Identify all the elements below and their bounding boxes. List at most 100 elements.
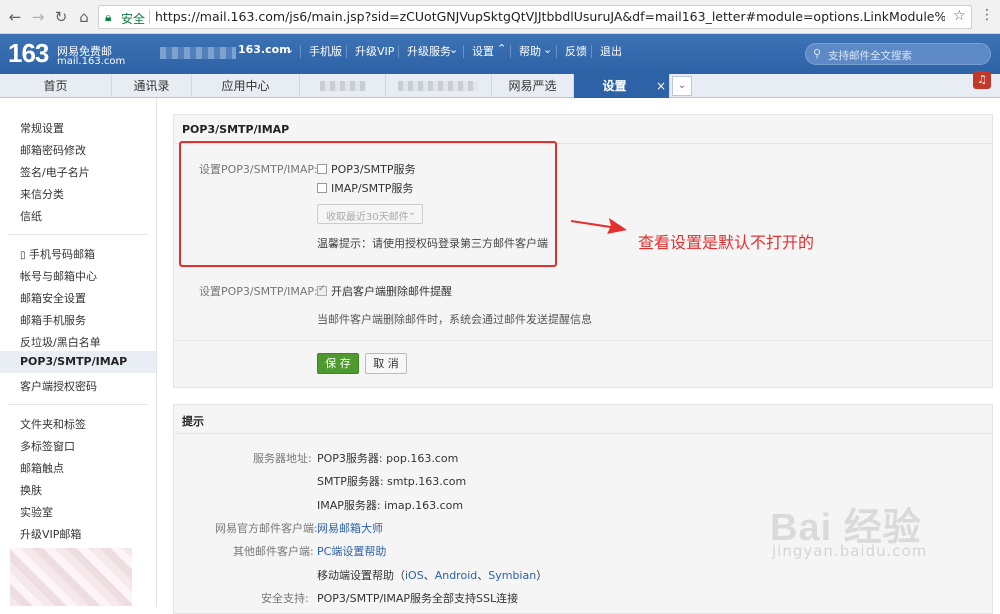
nav-divider <box>398 45 399 58</box>
sidebar-item-contact-point[interactable]: 邮箱触点 <box>20 460 64 476</box>
sidebar-item-lab[interactable]: 实验室 <box>20 504 53 520</box>
chevron-down-icon[interactable]: ⌄ <box>672 76 692 96</box>
nav-mobile[interactable]: 手机版 <box>309 43 342 59</box>
nav-divider <box>346 45 347 58</box>
reload-icon[interactable]: ↻ <box>52 8 70 26</box>
annotation-text: 查看设置是默认不打开的 <box>638 233 815 252</box>
close-icon[interactable]: × <box>656 74 670 98</box>
sidebar-item-multitab[interactable]: 多标签窗口 <box>20 438 75 454</box>
panel-divider <box>174 340 992 341</box>
logo-number[interactable]: 163 <box>8 38 49 69</box>
official-client-label: 网易官方邮件客户端: <box>215 522 318 535</box>
watermark-url: jingyan.baidu.com <box>772 542 928 560</box>
tab-label-blurred <box>398 81 478 91</box>
chevron-up-icon: ⌃ <box>497 42 507 55</box>
mobile-help-prefix: 移动端设置帮助（ <box>317 569 405 582</box>
sidebar-item-label: 手机号码邮箱 <box>29 248 96 261</box>
highlight-box <box>179 141 557 267</box>
sidebar-divider <box>8 404 148 405</box>
sidebar-divider <box>8 234 148 235</box>
delete-notify-label[interactable]: 开启客户端删除邮件提醒 <box>331 283 452 299</box>
sidebar-item-security[interactable]: 邮箱安全设置 <box>20 290 86 306</box>
smtp-server: SMTP服务器: smtp.163.com <box>317 475 467 488</box>
tab-bar: 首页 通讯录 应用中心 网易严选 设置 × ⌄ <box>0 74 1000 98</box>
sidebar-item-mail-filter[interactable]: 来信分类 <box>20 186 64 202</box>
cancel-button[interactable]: 取 消 <box>365 353 407 374</box>
sidebar-item-stationery[interactable]: 信纸 <box>20 208 42 224</box>
delete-notify-description: 当邮件客户端删除邮件时，系统会通过邮件发送提醒信息 <box>317 313 592 326</box>
sidebar-item-phone-mailbox[interactable]: ▯ 手机号码邮箱 <box>20 246 95 262</box>
delete-notify-checkbox[interactable] <box>317 284 327 296</box>
mail-header: 163 网易免费邮 mail.163.com 163.com ⌄ 手机版 升级V… <box>0 34 1000 74</box>
tab-apps[interactable]: 应用中心 <box>192 74 300 98</box>
account-dropdown-icon[interactable]: ⌄ <box>285 43 294 56</box>
home-icon[interactable]: ⌂ <box>75 8 93 26</box>
search-placeholder: 支持邮件全文搜索 <box>828 50 912 62</box>
nav-divider <box>463 45 464 58</box>
mail-master-link[interactable]: 网易邮箱大师 <box>317 520 383 536</box>
other-client-label: 其他邮件客户端: <box>233 545 314 558</box>
sidebar-item-upgrade-vip[interactable]: 升级VIP邮箱 <box>20 526 81 542</box>
baidu-watermark: Bai 经验 jingyan.baidu.com <box>770 496 926 560</box>
pc-help-link[interactable]: PC端设置帮助 <box>317 543 386 559</box>
chevron-down-icon: ⌄ <box>449 43 459 56</box>
bookmark-star-icon[interactable]: ☆ <box>953 8 966 24</box>
android-help-link[interactable]: Android <box>435 569 478 582</box>
sidebar-item-signature[interactable]: 签名/电子名片 <box>20 164 90 180</box>
sidebar-item-mobile-service[interactable]: 邮箱手机服务 <box>20 312 86 328</box>
ssl-text: POP3/SMTP/IMAP服务全部支持SSL连接 <box>317 592 519 605</box>
ssl-label: 安全支持: <box>261 592 309 605</box>
mobile-help-suffix: ） <box>536 569 548 582</box>
tab-yanxuan[interactable]: 网易严选 <box>492 74 574 98</box>
browser-menu-icon[interactable]: ⋮ <box>980 7 994 23</box>
nav-help[interactable]: 帮助 <box>519 43 541 59</box>
mail-search[interactable]: ⚲ 支持邮件全文搜索 <box>805 43 991 65</box>
sidebar-item-account-center[interactable]: 帐号与邮箱中心 <box>20 268 97 284</box>
pop3-server: POP3服务器: pop.163.com <box>317 452 459 465</box>
save-button[interactable]: 保 存 <box>317 353 359 374</box>
imap-server: IMAP服务器: imap.163.com <box>317 499 464 512</box>
nav-upgrade-service[interactable]: 升级服务 <box>407 43 451 59</box>
symbian-help-link[interactable]: Symbian <box>488 569 536 582</box>
ios-help-link[interactable]: iOS <box>405 569 424 582</box>
back-icon[interactable]: ← <box>6 8 24 26</box>
forward-icon[interactable]: → <box>29 8 47 26</box>
nav-divider <box>556 45 557 58</box>
tab-settings-label: 设置 <box>602 79 627 93</box>
nav-logout[interactable]: 退出 <box>600 43 622 59</box>
setting-label: 设置POP3/SMTP/IMAP: <box>199 285 318 298</box>
annotation-arrow <box>571 218 627 234</box>
sidebar-item-general[interactable]: 常规设置 <box>20 120 64 136</box>
account-domain[interactable]: 163.com <box>238 43 291 56</box>
chevron-down-icon: ⌄ <box>543 43 553 56</box>
address-divider <box>149 10 150 24</box>
sidebar-item-password[interactable]: 邮箱密码修改 <box>20 142 86 158</box>
sidebar-item-pop3[interactable]: POP3/SMTP/IMAP <box>0 351 156 373</box>
tab-blurred[interactable] <box>386 74 492 98</box>
panel-title: POP3/SMTP/IMAP <box>182 123 290 136</box>
nav-upgrade-vip[interactable]: 升级VIP <box>355 43 394 59</box>
mobile-help-line: 移动端设置帮助（iOS、Android、Symbian） <box>317 569 548 582</box>
sidebar-item-client-auth[interactable]: 客户端授权密码 <box>20 378 97 394</box>
sidebar-item-antispam[interactable]: 反垃圾/黑白名单 <box>20 334 101 350</box>
sidebar-item-skin[interactable]: 换肤 <box>20 482 42 498</box>
nav-settings[interactable]: 设置 <box>472 43 494 59</box>
music-icon[interactable]: ♫ <box>973 71 991 89</box>
browser-toolbar: ← → ↻ ⌂ 🔒︎ 安全 https://mail.163.com/js6/m… <box>0 0 1000 34</box>
tab-contacts[interactable]: 通讯录 <box>112 74 192 98</box>
lock-icon: 🔒︎ <box>105 10 112 24</box>
nav-feedback[interactable]: 反馈 <box>565 43 587 59</box>
tab-blurred[interactable] <box>300 74 386 98</box>
tab-home[interactable]: 首页 <box>0 74 112 98</box>
address-bar[interactable]: 🔒︎ 安全 https://mail.163.com/js6/main.jsp?… <box>98 5 972 29</box>
logo-url: mail.163.com <box>57 56 126 67</box>
settings-sidebar: 常规设置 邮箱密码修改 签名/电子名片 来信分类 信纸 ▯ 手机号码邮箱 帐号与… <box>0 98 157 607</box>
panel-divider <box>174 433 992 434</box>
phone-icon: ▯ <box>20 250 26 261</box>
sidebar-item-folders[interactable]: 文件夹和标签 <box>20 416 86 432</box>
nav-divider <box>591 45 592 58</box>
url-text[interactable]: https://mail.163.com/js6/main.jsp?sid=zC… <box>155 9 945 24</box>
secure-label: 安全 <box>121 12 146 26</box>
server-address-label: 服务器地址: <box>253 452 312 465</box>
